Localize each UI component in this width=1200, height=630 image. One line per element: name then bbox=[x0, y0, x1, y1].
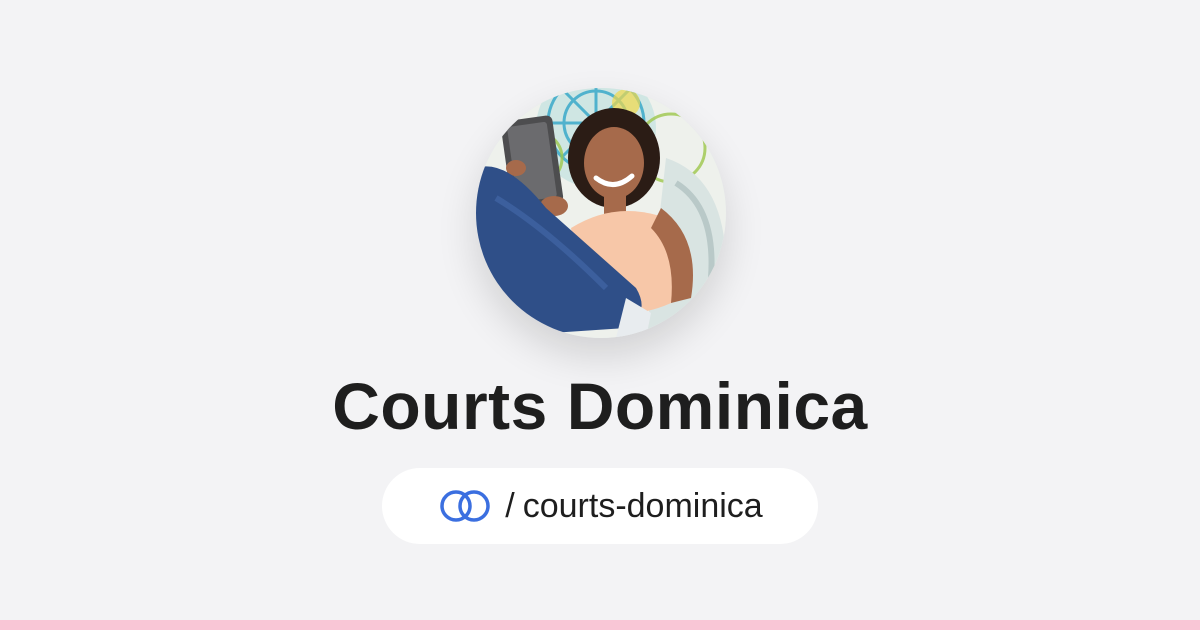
profile-handle: courts-dominica bbox=[522, 487, 763, 525]
handle-separator: / bbox=[505, 487, 515, 525]
profile-handle-pill[interactable]: / courts-dominica bbox=[382, 468, 818, 544]
profile-avatar bbox=[476, 88, 726, 338]
profile-display-name: Courts Dominica bbox=[332, 369, 868, 443]
bottom-accent-bar bbox=[0, 620, 1200, 630]
interlocking-rings-icon bbox=[440, 490, 491, 522]
